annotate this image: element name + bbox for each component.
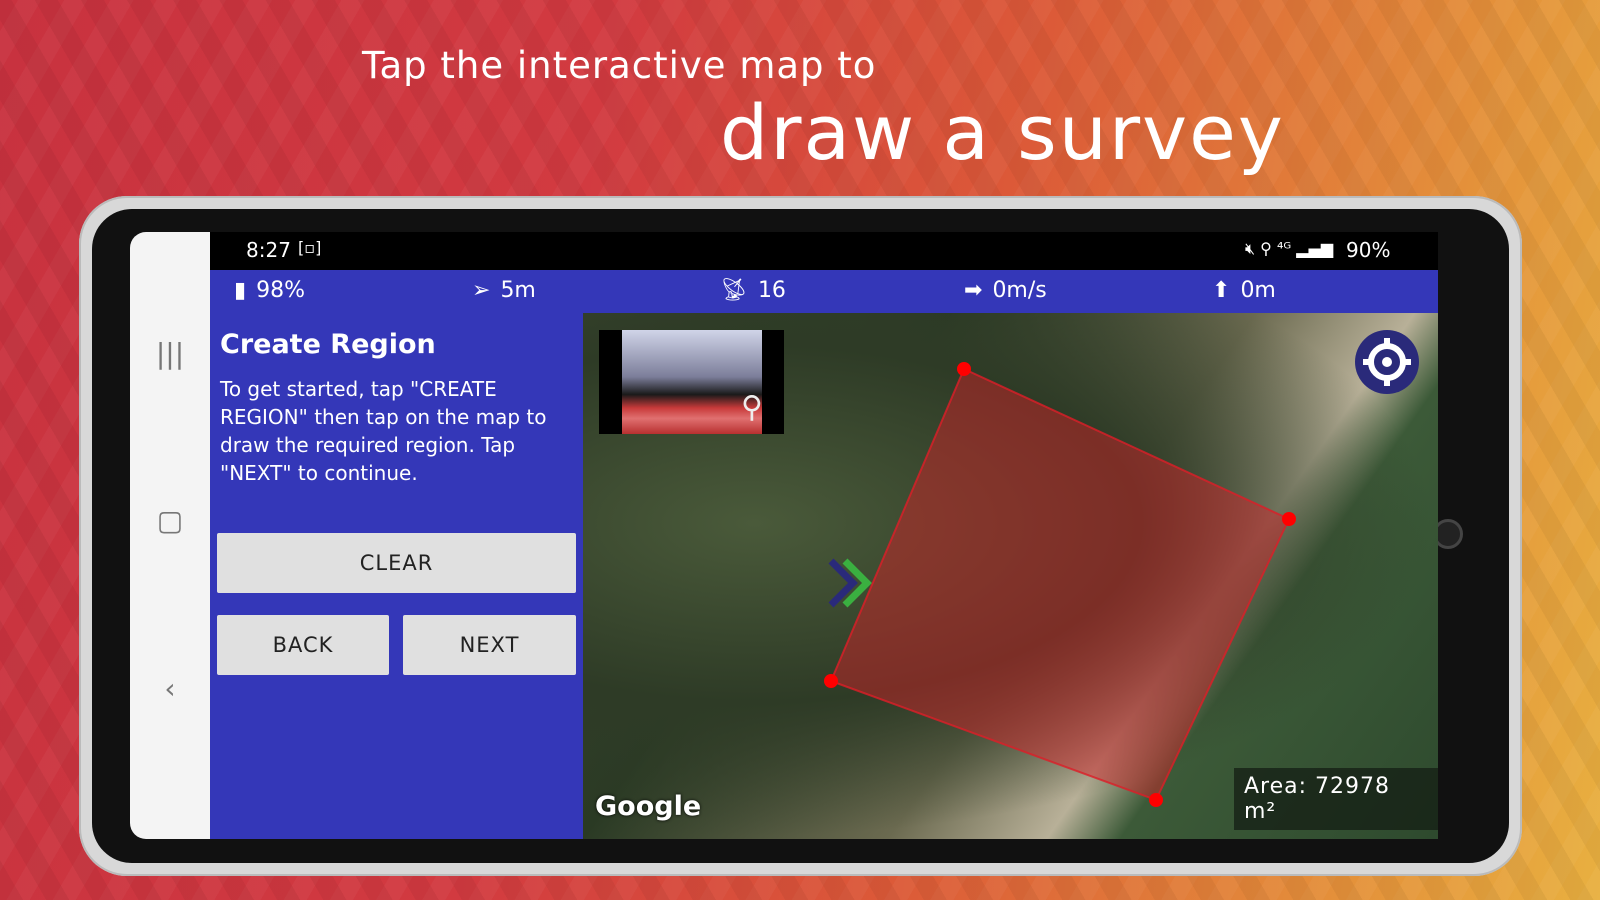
arrow-right-icon: ➡ [964,278,983,303]
survey-region [829,367,1291,802]
panel-title: Create Region [220,329,436,360]
region-vertex [957,362,971,376]
locate-button[interactable] [1355,330,1419,394]
screenshot-icon: [▫] [298,238,322,257]
region-vertex [824,674,838,688]
telemetry-bar: ▮ 98% ➢ 5m 📡︎ 16 ➡ 0m/s ⬆ 0m [210,270,1438,313]
back-icon[interactable]: ‹ [130,672,210,705]
region-vertex [1282,512,1296,526]
side-panel: Create Region To get started, tap "CREAT… [210,313,583,839]
battery-icon: ▮ [234,278,247,303]
satellite-dish-icon: 📡︎ [720,278,748,303]
battery-status: 90% [1346,238,1391,262]
telemetry-altitude: 0m [1240,278,1276,303]
navigation-arrow-icon: ➢ [472,278,491,303]
telemetry-satellites: 16 [757,278,786,303]
telemetry-speed: 0m/s [992,278,1047,303]
recents-icon[interactable]: ||| [130,337,210,370]
promo-line-2: draw a survey [720,88,1285,177]
promo-line-1: Tap the interactive map to [362,44,877,87]
crosshair-icon [1363,338,1411,386]
magnifier-icon[interactable]: ⚲ [741,390,763,425]
camera-preview[interactable]: ⚲ [599,330,784,434]
clear-button[interactable]: CLEAR [217,533,576,593]
map-view[interactable]: ⚲ Google Area: 72978 m² [583,313,1438,839]
telemetry-distance: 5m [500,278,536,303]
android-nav-bar: ||| ▢ ‹ [130,232,210,839]
region-vertex [1149,793,1163,807]
panel-instructions: To get started, tap "CREATE REGION" then… [220,377,547,485]
next-button[interactable]: NEXT [403,615,576,675]
drone-position-icon [828,558,872,608]
status-bar: 8:27 [▫] 🔇︎ ⚲ ⁴ᴳ ▂▄▆ 90% [210,232,1438,270]
home-icon[interactable]: ▢ [130,504,210,537]
status-icons: 🔇︎ ⚲ ⁴ᴳ ▂▄▆ [1245,239,1334,258]
area-readout: Area: 72978 m² [1234,768,1438,830]
arrow-up-icon: ⬆ [1212,278,1231,303]
clock: 8:27 [246,238,291,262]
telemetry-battery: 98% [256,278,306,303]
google-attribution: Google [595,791,702,822]
back-button[interactable]: BACK [217,615,389,675]
